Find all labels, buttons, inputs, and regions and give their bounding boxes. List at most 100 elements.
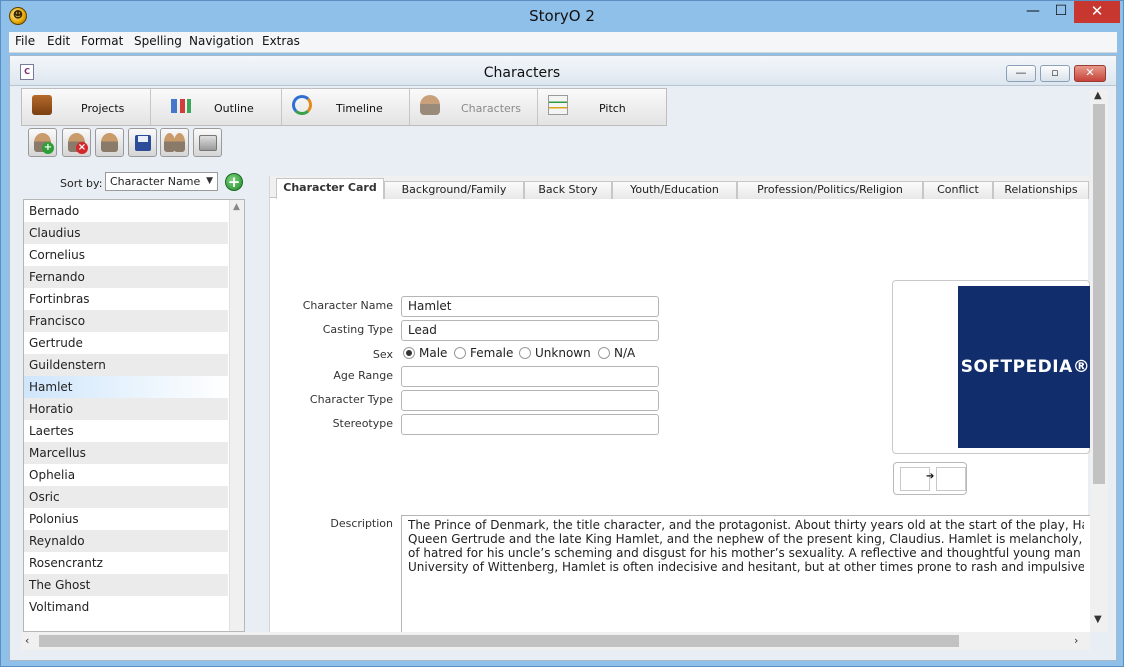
arrow-right-icon: ➔ [926, 471, 935, 482]
casting-type-field[interactable]: Lead [401, 320, 659, 341]
nav-label: Projects [81, 102, 125, 115]
nav-label: Outline [214, 102, 254, 115]
inner-minimize-button[interactable]: — [1006, 65, 1036, 82]
delete-character-button[interactable]: × [62, 128, 91, 157]
maximize-button[interactable]: ☐ [1046, 1, 1076, 23]
character-name-field[interactable]: Hamlet [401, 296, 659, 317]
minimize-button[interactable]: — [1018, 1, 1048, 23]
menu-spelling[interactable]: Spelling [134, 34, 182, 48]
tab-relationships[interactable]: Relationships [993, 181, 1089, 199]
list-item[interactable]: The Ghost [24, 574, 228, 596]
tab-conflict[interactable]: Conflict [923, 181, 993, 199]
list-item[interactable]: Gertrude [24, 332, 228, 354]
characters-titlebar: C Characters — ▫ ✕ [10, 56, 1116, 86]
tab-character-card[interactable]: Character Card [276, 178, 384, 199]
nav-characters[interactable]: Characters [410, 89, 538, 125]
menu-file[interactable]: File [15, 34, 35, 48]
photo-navigator[interactable]: ➔ [893, 462, 967, 495]
character-type-label: Character Type [309, 393, 393, 406]
list-item[interactable]: Fernando [24, 266, 228, 288]
radio-icon [454, 347, 466, 359]
menu-navigation[interactable]: Navigation [189, 34, 254, 48]
list-item[interactable]: Voltimand [24, 596, 228, 618]
sex-radio-unknown[interactable]: Unknown [519, 346, 591, 360]
outline-icon [171, 99, 191, 113]
radio-label: N/A [614, 346, 636, 360]
next-photo-slot[interactable] [936, 467, 966, 491]
stereotype-field[interactable] [401, 414, 659, 435]
character-type-field[interactable] [401, 390, 659, 411]
nav-pitch[interactable]: Pitch [538, 89, 666, 125]
scroll-up-icon[interactable]: ▲ [1094, 90, 1102, 101]
list-item[interactable]: Francisco [24, 310, 228, 332]
character-card-panel: Character Card Background/Family Back St… [269, 176, 1093, 632]
radio-icon [519, 347, 531, 359]
sex-radio-na[interactable]: N/A [598, 346, 635, 360]
add-sort-button[interactable]: + [225, 173, 243, 191]
sex-radio-female[interactable]: Female [454, 346, 513, 360]
save-button[interactable] [128, 128, 157, 157]
edit-character-button[interactable] [95, 128, 124, 157]
description-textarea[interactable]: The Prince of Denmark, the title charact… [401, 515, 1091, 632]
tab-profession-politics-religion[interactable]: Profession/Politics/Religion [737, 181, 923, 199]
nav-projects[interactable]: Projects [22, 89, 151, 125]
menu-extras[interactable]: Extras [262, 34, 300, 48]
close-button[interactable]: ✕ [1074, 1, 1120, 23]
list-item[interactable]: Polonius [24, 508, 228, 530]
list-item-selected[interactable]: Hamlet [24, 376, 228, 398]
list-item[interactable]: Osric [24, 486, 228, 508]
list-item[interactable]: Marcellus [24, 442, 228, 464]
scroll-up-icon[interactable]: ▲ [233, 202, 240, 212]
radio-label: Female [470, 346, 514, 360]
delete-badge: × [76, 142, 88, 154]
scroll-right-icon[interactable]: › [1074, 634, 1078, 647]
age-range-label: Age Range [333, 369, 393, 382]
module-nav: Projects Outline Timeline Characters Pit… [21, 88, 667, 126]
scroll-thumb[interactable] [1093, 104, 1105, 484]
list-item[interactable]: Cornelius [24, 244, 228, 266]
add-badge: + [42, 142, 54, 154]
app-window: ☻ StoryO 2 — ☐ ✕ File Edit Format Spelli… [0, 0, 1124, 667]
menu-edit[interactable]: Edit [47, 34, 70, 48]
nav-timeline[interactable]: Timeline [282, 89, 410, 125]
group-characters-button[interactable] [160, 128, 189, 157]
add-character-button[interactable]: + [28, 128, 57, 157]
tab-background-family[interactable]: Background/Family [384, 181, 524, 199]
description-label: Description [330, 517, 393, 530]
nav-label: Pitch [599, 102, 626, 115]
scroll-thumb[interactable] [39, 635, 959, 647]
inner-maximize-button[interactable]: ▫ [1040, 65, 1070, 82]
chevron-down-icon: ▼ [206, 176, 213, 186]
nav-label: Characters [461, 102, 522, 115]
tab-youth-education[interactable]: Youth/Education [612, 181, 737, 199]
list-item[interactable]: Reynaldo [24, 530, 228, 552]
list-item[interactable]: Horatio [24, 398, 228, 420]
inner-close-button[interactable]: ✕ [1074, 65, 1106, 82]
menu-format[interactable]: Format [81, 34, 123, 48]
panel-vertical-scrollbar[interactable]: ▲ ▼ [1090, 90, 1108, 632]
group-characters-icon [174, 133, 185, 152]
sort-dropdown[interactable]: Character Name ▼ [105, 172, 218, 191]
panel-horizontal-scrollbar[interactable]: ‹ › [21, 632, 1090, 650]
age-range-field[interactable] [401, 366, 659, 387]
list-item[interactable]: Ophelia [24, 464, 228, 486]
tab-back-story[interactable]: Back Story [524, 181, 612, 199]
list-item[interactable]: Guildenstern [24, 354, 228, 376]
print-button[interactable] [193, 128, 222, 157]
list-item[interactable]: Bernado [24, 200, 228, 222]
list-item[interactable]: Rosencrantz [24, 552, 228, 574]
app-titlebar: ☻ StoryO 2 — ☐ ✕ [1, 1, 1123, 31]
nav-outline[interactable]: Outline [151, 89, 282, 125]
list-item[interactable]: Claudius [24, 222, 228, 244]
sex-radio-male[interactable]: Male [403, 346, 447, 360]
description-line: The Prince of Denmark, the title charact… [408, 518, 1084, 532]
app-title: StoryO 2 [529, 7, 595, 25]
description-line: University of Wittenberg, Hamlet is ofte… [408, 560, 1084, 574]
scroll-down-icon[interactable]: ▼ [1094, 614, 1102, 625]
list-item[interactable]: Laertes [24, 420, 228, 442]
character-photo-frame[interactable]: SOFTPEDIA® [892, 280, 1093, 454]
list-scrollbar[interactable]: ▲ [229, 200, 244, 631]
list-item[interactable]: Fortinbras [24, 288, 228, 310]
description-line: Queen Gertrude and the late King Hamlet,… [408, 532, 1084, 546]
scroll-left-icon[interactable]: ‹ [25, 634, 29, 647]
